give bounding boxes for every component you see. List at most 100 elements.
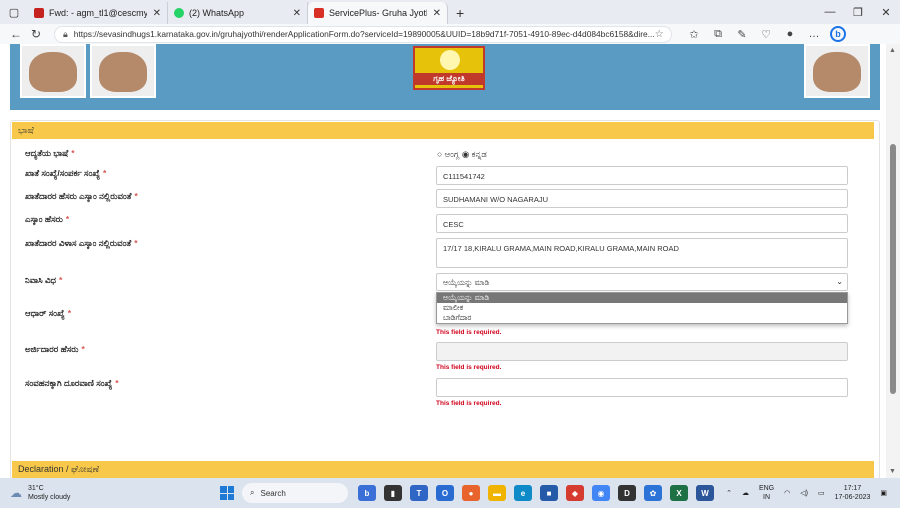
notification-icon[interactable]: ▣ <box>880 489 887 498</box>
refresh-icon[interactable]: ↻ <box>26 27 46 41</box>
settings-icon[interactable]: ✿ <box>644 485 662 501</box>
system-tray: ⌃ ☁ ENG IN ◠ ◁) ▭ 17:17 17-06-2023 ▣ <box>721 478 892 508</box>
collections-icon[interactable]: ⧉ <box>706 28 730 41</box>
weather-temp: 31°C <box>28 485 44 492</box>
account-number-input[interactable]: C111541742 <box>436 166 848 185</box>
field-label-account-number: ಖಾತೆ ಸಂಖ್ಯೆ/ಸಂಪರ್ಕ ಸಂಖ್ಯೆ * <box>25 168 107 178</box>
url-field[interactable]: 🔒︎ https://sevasindhugs1.karnataka.gov.i… <box>54 25 672 43</box>
taskbar-center: ⌕ Search b ▮ T O ● ▬ e ■ ◆ ◉ D ✿ X W <box>220 483 718 503</box>
tab-serviceplus[interactable]: ServicePlus- Gruha Jyothi Scheme ✕ <box>308 2 448 24</box>
bing-app-icon[interactable]: b <box>358 485 376 501</box>
firefox-icon[interactable]: ● <box>462 485 480 501</box>
holder-name-input[interactable]: SUDHAMANI W/O NAGARAJU <box>436 189 848 208</box>
dropdown-option[interactable]: ಆಯ್ಕೆಯನ್ನು ಮಾಡಿ <box>437 293 847 303</box>
teams-icon[interactable]: T <box>410 485 428 501</box>
more-icon[interactable]: … <box>802 28 826 41</box>
chevron-down-icon: ⌄ <box>836 277 843 286</box>
favorites-icon[interactable]: ✩ <box>682 28 706 41</box>
lock-icon: 🔒︎ <box>63 28 68 39</box>
phone-input[interactable] <box>436 378 848 397</box>
field-label-residence-type: ನಿವಾಸಿ ವಿಧ * <box>25 275 63 285</box>
minister-photo <box>90 44 156 98</box>
restore-icon[interactable]: ❐ <box>844 0 872 24</box>
address-input[interactable]: 17/17 18,KIRALU GRAMA,MAIN ROAD,KIRALU G… <box>436 238 848 268</box>
close-icon[interactable]: ✕ <box>293 8 301 19</box>
wifi-icon[interactable]: ◠ <box>784 489 790 498</box>
edge-icon[interactable]: e <box>514 485 532 501</box>
file-explorer-icon[interactable]: ▬ <box>488 485 506 501</box>
clock[interactable]: 17:17 17-06-2023 <box>835 484 871 502</box>
scroll-down-icon[interactable]: ▼ <box>889 468 896 475</box>
profile-icon[interactable]: ● <box>778 28 802 41</box>
section-header-language: ಭಾಷೆ <box>12 122 874 139</box>
office-icon[interactable]: ◆ <box>566 485 584 501</box>
excel-icon[interactable]: X <box>670 485 688 501</box>
new-tab-button[interactable]: + <box>448 2 472 24</box>
field-label-applicant-name: ಅರ್ಜಿದಾರರ ಹೆಸರು * <box>25 344 85 354</box>
gmail-icon <box>34 8 44 18</box>
extensions-icon[interactable]: ✎ <box>730 28 754 41</box>
outlook-icon[interactable]: O <box>436 485 454 501</box>
minimize-icon[interactable]: — <box>816 0 844 24</box>
window-close-icon[interactable]: ✕ <box>872 0 900 24</box>
scroll-thumb[interactable] <box>890 144 896 394</box>
chevron-up-icon[interactable]: ⌃ <box>726 489 732 498</box>
radio-kannada[interactable]: ◉ ಕನ್ನಡ <box>462 149 487 159</box>
battery-icon[interactable]: ▭ <box>818 489 825 498</box>
back-icon[interactable]: ← <box>6 27 26 41</box>
residence-type-dropdown: ಆಯ್ಕೆಯನ್ನು ಮಾಡಿ ಮಾಲೀಕ ಬಾಡಿಗೆದಾರ <box>436 292 848 324</box>
bing-chat-icon[interactable]: b <box>830 26 846 42</box>
favorite-star-icon[interactable]: ☆ <box>655 29 664 40</box>
word-icon[interactable]: W <box>696 485 714 501</box>
page-viewport: ಗೃಹ ಜ್ಯೋತಿ ಭಾಷೆ ಆದ್ಯತೆಯ ಭಾಷೆ * ○ ಆಂಗ್ಲ ◉ … <box>0 44 886 478</box>
phone-error: This field is required. <box>436 400 502 407</box>
onedrive-icon[interactable]: ☁ <box>742 489 749 498</box>
weather-desc: Mostly cloudy <box>28 494 71 501</box>
dropdown-option[interactable]: ಮಾಲೀಕ <box>437 303 847 313</box>
applicant-name-input[interactable] <box>436 342 848 361</box>
task-view-icon[interactable]: ▮ <box>384 485 402 501</box>
windows-taskbar: ☁ 31°C Mostly cloudy ⌕ Search b ▮ T O ● … <box>0 478 900 508</box>
field-label-escom-name: ಎಸ್ಕಾಂ ಹೆಸರು * <box>25 214 70 224</box>
residence-type-select[interactable]: ಆಯ್ಕೆಯನ್ನು ಮಾಡಿ ⌄ <box>436 273 848 291</box>
cloud-icon: ☁ <box>10 486 22 500</box>
radio-english[interactable]: ○ ಆಂಗ್ಲ <box>437 149 460 159</box>
dell-icon[interactable]: D <box>618 485 636 501</box>
browser-toolbar: ✩ ⧉ ✎ ♡ ● … <box>682 28 826 41</box>
whatsapp-icon <box>174 8 184 18</box>
tab-label: Fwd: - agm_tl1@cescmysore.org <box>49 8 147 18</box>
volume-icon[interactable]: ◁) <box>800 489 808 498</box>
chrome-icon[interactable]: ◉ <box>592 485 610 501</box>
dropdown-option[interactable]: ಬಾಡಿಗೆದಾರ <box>437 313 847 323</box>
close-icon[interactable]: ✕ <box>153 8 161 19</box>
tab-whatsapp[interactable]: (2) WhatsApp ✕ <box>168 2 308 24</box>
bulb-icon <box>440 50 460 70</box>
windows-start-icon[interactable] <box>220 486 234 500</box>
tab-gmail[interactable]: Fwd: - agm_tl1@cescmysore.org ✕ <box>28 2 168 24</box>
section-header-declaration: Declaration / ಘೋಷಣೆ <box>12 461 874 478</box>
gruha-jyothi-logo: ಗೃಹ ಜ್ಯೋತಿ <box>413 46 485 90</box>
language-radio-group[interactable]: ○ ಆಂಗ್ಲ ◉ ಕನ್ನಡ <box>437 149 487 160</box>
field-label-phone: ಸಂವಹನಕ್ಕಾಗಿ ದೂರವಾಣಿ ಸಂಖ್ಯೆ * <box>25 378 119 388</box>
field-label-holder-name: ಖಾತೆದಾರರ ಹೆಸರು ಎಸ್ಕಾಂ ನಲ್ಲಿರುವಂತೆ * <box>25 191 138 201</box>
aadhaar-error: This field is required. <box>436 329 502 336</box>
field-label-preferred-language: ಆದ್ಯತೆಯ ಭಾಷೆ * <box>25 148 75 158</box>
header-banner: ಗೃಹ ಜ್ಯೋತಿ <box>10 44 880 110</box>
tab-label: (2) WhatsApp <box>189 8 245 18</box>
language-indicator[interactable]: ENG IN <box>759 484 774 502</box>
escom-name-input[interactable]: CESC <box>436 214 848 233</box>
window-controls: — ❐ ✕ <box>816 0 900 24</box>
browser-essentials-icon[interactable]: ♡ <box>754 28 778 41</box>
store-icon[interactable]: ■ <box>540 485 558 501</box>
tab-actions-icon[interactable]: ▢ <box>0 0 28 24</box>
close-icon[interactable]: ✕ <box>433 8 441 19</box>
taskbar-search[interactable]: ⌕ Search <box>242 483 348 503</box>
scroll-up-icon[interactable]: ▲ <box>889 47 896 54</box>
weather-widget[interactable]: ☁ 31°C Mostly cloudy <box>10 484 130 502</box>
logo-text: ಗೃಹ ಜ್ಯೋತಿ <box>415 73 483 85</box>
deputy-cm-photo <box>804 44 870 98</box>
search-icon: ⌕ <box>250 488 255 497</box>
field-label-aadhaar: ಆಧಾರ್ ಸಂಖ್ಯೆ * <box>25 308 72 318</box>
page-scrollbar[interactable]: ▲ ▼ <box>886 44 900 478</box>
address-bar-row: ← ↻ 🔒︎ https://sevasindhugs1.karnataka.g… <box>0 24 900 44</box>
